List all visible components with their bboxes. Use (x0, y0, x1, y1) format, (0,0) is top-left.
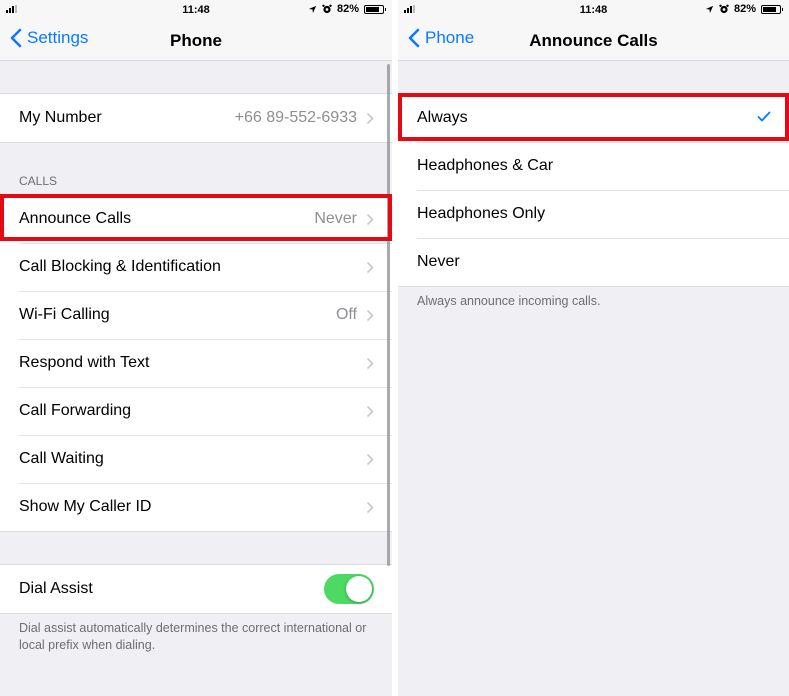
section-header-calls: CALLS (19, 174, 58, 188)
row-label: Wi-Fi Calling (19, 306, 110, 323)
respond-with-text-row[interactable]: Respond with Text (0, 339, 392, 387)
option-never[interactable]: Never (398, 238, 789, 286)
row-label: Show My Caller ID (19, 498, 152, 515)
dial-assist-group: Dial Assist (0, 564, 392, 614)
option-label: Never (417, 253, 460, 270)
option-headphones-only[interactable]: Headphones Only (398, 190, 789, 238)
chevron-right-icon (366, 453, 374, 465)
show-caller-id-row[interactable]: Show My Caller ID (0, 483, 392, 531)
battery-icon (364, 4, 386, 14)
row-label: Announce Calls (19, 210, 132, 227)
battery-percent: 82% (336, 3, 359, 15)
alarm-icon (719, 4, 729, 14)
row-value: Off (335, 306, 357, 323)
chevron-right-icon (366, 213, 374, 225)
location-icon (308, 5, 317, 13)
row-label: My Number (19, 109, 102, 126)
dial-assist-toggle[interactable] (324, 574, 374, 604)
battery-percent: 82% (733, 3, 756, 15)
announce-footer: Always announce incoming calls. (417, 294, 601, 308)
row-label: Dial Assist (19, 580, 93, 597)
announce-calls-screen: 11:48 82% Phone Announce Calls Always He… (398, 0, 789, 696)
status-bar: 11:48 82% (398, 0, 789, 20)
location-icon (705, 5, 714, 13)
option-label: Headphones Only (417, 205, 546, 222)
row-label: Call Blocking & Identification (19, 258, 221, 275)
announce-options-group: Always Headphones & Car Headphones Only … (398, 93, 789, 287)
alarm-icon (322, 4, 332, 14)
page-title: Phone (170, 31, 222, 50)
option-always[interactable]: Always (398, 94, 789, 142)
calls-group: Announce Calls Never Call Blocking & Ide… (0, 194, 392, 532)
phone-settings-screen: 11:48 82% Settings Phone My Number +66 8… (0, 0, 392, 696)
row-label: Respond with Text (19, 354, 150, 371)
chevron-right-icon (366, 405, 374, 417)
my-number-row[interactable]: My Number +66 89-552-6933 (0, 94, 392, 142)
checkmark-icon (757, 109, 771, 127)
dial-assist-footer: Dial assist automatically determines the… (19, 621, 367, 652)
option-headphones-car[interactable]: Headphones & Car (398, 142, 789, 190)
status-bar: 11:48 82% (0, 0, 392, 20)
option-label: Headphones & Car (417, 157, 554, 174)
chevron-right-icon (366, 309, 374, 321)
battery-icon (761, 4, 783, 14)
page-title: Announce Calls (529, 31, 658, 50)
my-number-group: My Number +66 89-552-6933 (0, 93, 392, 143)
row-value: Never (314, 210, 357, 227)
wifi-calling-row[interactable]: Wi-Fi Calling Off (0, 291, 392, 339)
navigation-bar: Settings Phone (0, 20, 392, 61)
scrollbar[interactable] (387, 64, 390, 566)
call-waiting-row[interactable]: Call Waiting (0, 435, 392, 483)
phone-number-value: +66 89-552-6933 (234, 109, 357, 126)
announce-calls-row[interactable]: Announce Calls Never (0, 195, 392, 243)
chevron-right-icon (366, 357, 374, 369)
chevron-right-icon (366, 501, 374, 513)
call-blocking-row[interactable]: Call Blocking & Identification (0, 243, 392, 291)
dial-assist-row: Dial Assist (0, 565, 392, 613)
chevron-right-icon (366, 112, 374, 124)
option-label: Always (417, 109, 468, 126)
navigation-bar: Phone Announce Calls (398, 20, 789, 61)
chevron-right-icon (366, 261, 374, 273)
row-label: Call Waiting (19, 450, 104, 467)
row-label: Call Forwarding (19, 402, 132, 419)
call-forwarding-row[interactable]: Call Forwarding (0, 387, 392, 435)
